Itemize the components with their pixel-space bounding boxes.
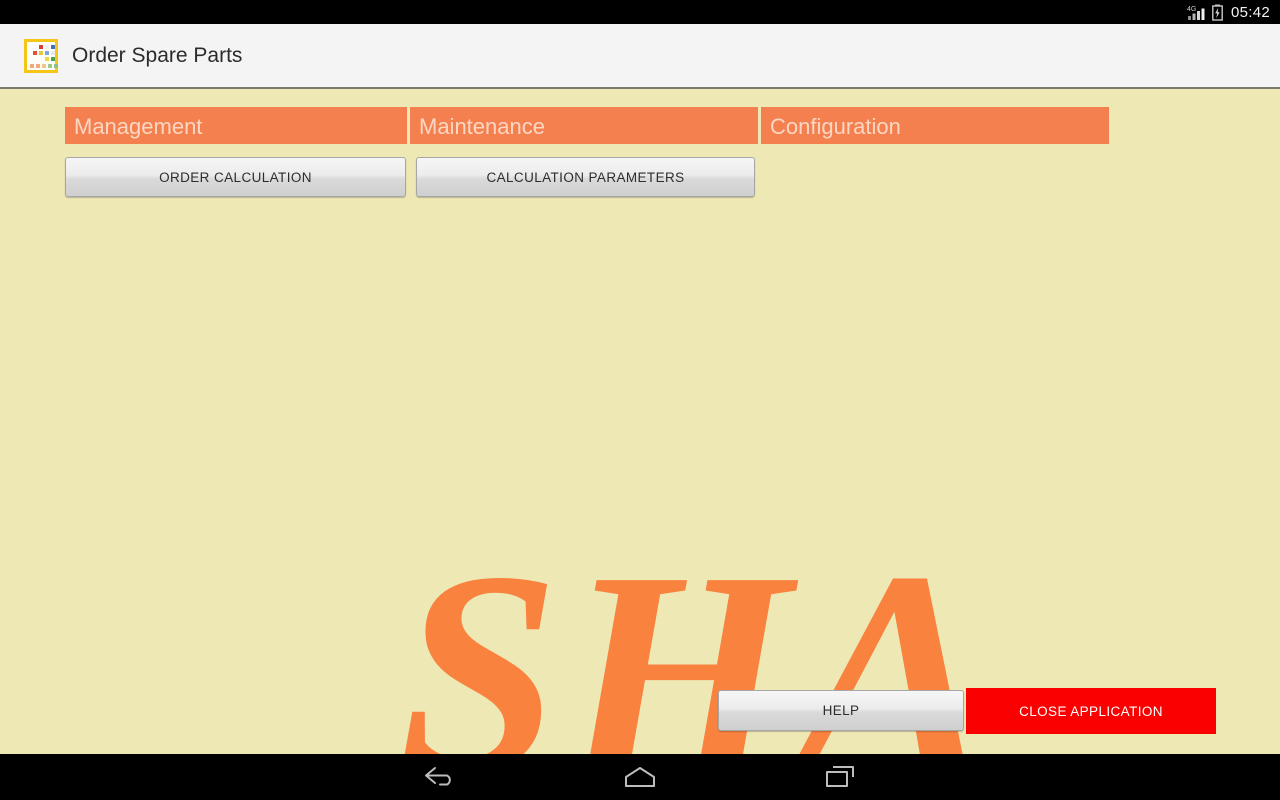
close-application-label: CLOSE APPLICATION <box>1019 703 1163 719</box>
tab-strip: Management Maintenance Configuration <box>65 107 1109 144</box>
close-application-button[interactable]: CLOSE APPLICATION <box>966 688 1216 734</box>
recent-apps-button[interactable] <box>810 757 870 797</box>
android-navigation-bar <box>0 754 1280 800</box>
tab-management[interactable]: Management <box>65 107 407 144</box>
action-bar: Order Spare Parts <box>0 24 1280 89</box>
status-bar-right-cluster: 4G 05:42 <box>1187 4 1270 21</box>
tab-configuration-label: Configuration <box>770 113 901 139</box>
back-arrow-icon <box>425 767 451 786</box>
recent-apps-icon <box>826 766 854 787</box>
tab-maintenance-label: Maintenance <box>419 113 545 139</box>
order-calculation-button[interactable]: ORDER CALCULATION <box>65 157 406 197</box>
action-button-row: ORDER CALCULATION CALCULATION PARAMETERS <box>65 157 755 197</box>
main-content: Management Maintenance Configuration ORD… <box>0 91 1280 800</box>
status-bar-clock: 05:42 <box>1230 3 1270 21</box>
page-title: Order Spare Parts <box>72 43 243 67</box>
back-button[interactable] <box>410 757 470 797</box>
tab-configuration[interactable]: Configuration <box>761 107 1109 144</box>
help-button[interactable]: HELP <box>718 690 964 731</box>
svg-text:4G: 4G <box>1187 6 1196 13</box>
app-logo-icon <box>24 38 58 73</box>
signal-bars-icon: 4G <box>1187 6 1205 20</box>
tab-management-label: Management <box>74 113 203 139</box>
tab-maintenance[interactable]: Maintenance <box>410 107 758 144</box>
bottom-action-row: HELP CLOSE APPLICATION <box>718 688 1216 736</box>
order-calculation-label: ORDER CALCULATION <box>159 169 312 185</box>
device-screen: 4G 05:42 Order Spare Parts Management Ma… <box>0 0 1280 800</box>
calculation-parameters-label: CALCULATION PARAMETERS <box>486 169 685 185</box>
home-icon <box>625 767 655 787</box>
home-button[interactable] <box>610 757 670 797</box>
battery-charging-icon <box>1212 4 1223 21</box>
status-bar: 4G 05:42 <box>0 0 1280 24</box>
help-button-label: HELP <box>822 703 860 718</box>
calculation-parameters-button[interactable]: CALCULATION PARAMETERS <box>416 157 755 197</box>
